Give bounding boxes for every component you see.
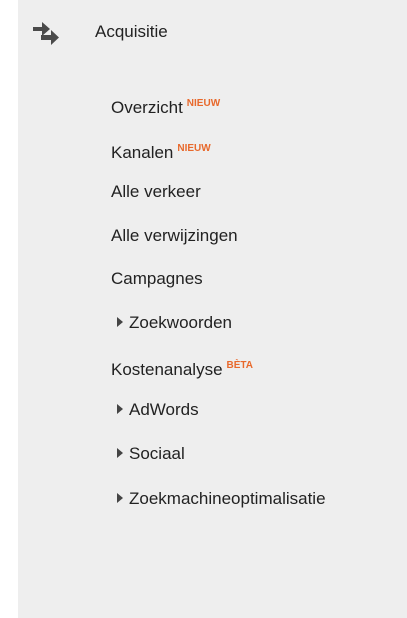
nav-item-campagnes[interactable]: Campagnes (18, 259, 407, 299)
nav-item-label: Zoekmachineoptimalisatie (129, 489, 326, 508)
nav-item-zoekwoorden[interactable]: Zoekwoorden (18, 303, 407, 343)
acquisition-nav-panel: Acquisitie Overzicht NIEUW Kanalen NIEUW A… (18, 0, 407, 618)
caret-right-icon (117, 404, 123, 414)
caret-right-icon (117, 493, 123, 503)
section-header[interactable]: Acquisitie (18, 0, 407, 68)
nav-item-label: Zoekwoorden (129, 313, 233, 332)
new-badge: NIEUW (177, 143, 211, 154)
caret-right-icon (117, 448, 123, 458)
nav-item-label: Kostenanalyse (111, 360, 223, 379)
section-title: Acquisitie (95, 22, 168, 41)
new-badge: NIEUW (186, 98, 221, 109)
nav-item-label: AdWords (129, 400, 199, 419)
nav-item-alle-verwijzingen[interactable]: Alle verwijzingen (18, 216, 407, 256)
nav-item-kanalen[interactable]: Kanalen NIEUW (18, 129, 407, 169)
nav-item-sociaal[interactable]: Sociaal (18, 434, 407, 474)
beta-badge: BÈTA (226, 360, 254, 371)
nav-item-label: Campagnes (111, 269, 203, 288)
nav-item-label: Alle verwijzingen (111, 226, 238, 245)
nav-item-alle-verkeer[interactable]: Alle verkeer (18, 172, 407, 212)
nav-item-label: Kanalen (111, 143, 174, 162)
nav-item-label: Alle verkeer (111, 182, 201, 201)
nav-item-kostenanalyse[interactable]: Kostenanalyse BÈTA (18, 346, 407, 386)
caret-right-icon (117, 317, 123, 327)
nav-item-overzicht[interactable]: Overzicht NIEUW (18, 84, 407, 124)
nav-item-adwords[interactable]: AdWords (18, 390, 407, 430)
acquisition-arrows-icon (33, 22, 59, 45)
nav-item-zoekmachineoptimalisatie[interactable]: Zoekmachineoptimalisatie (18, 479, 407, 519)
nav-item-label: Overzicht (111, 98, 183, 117)
nav-item-label: Sociaal (129, 444, 185, 463)
